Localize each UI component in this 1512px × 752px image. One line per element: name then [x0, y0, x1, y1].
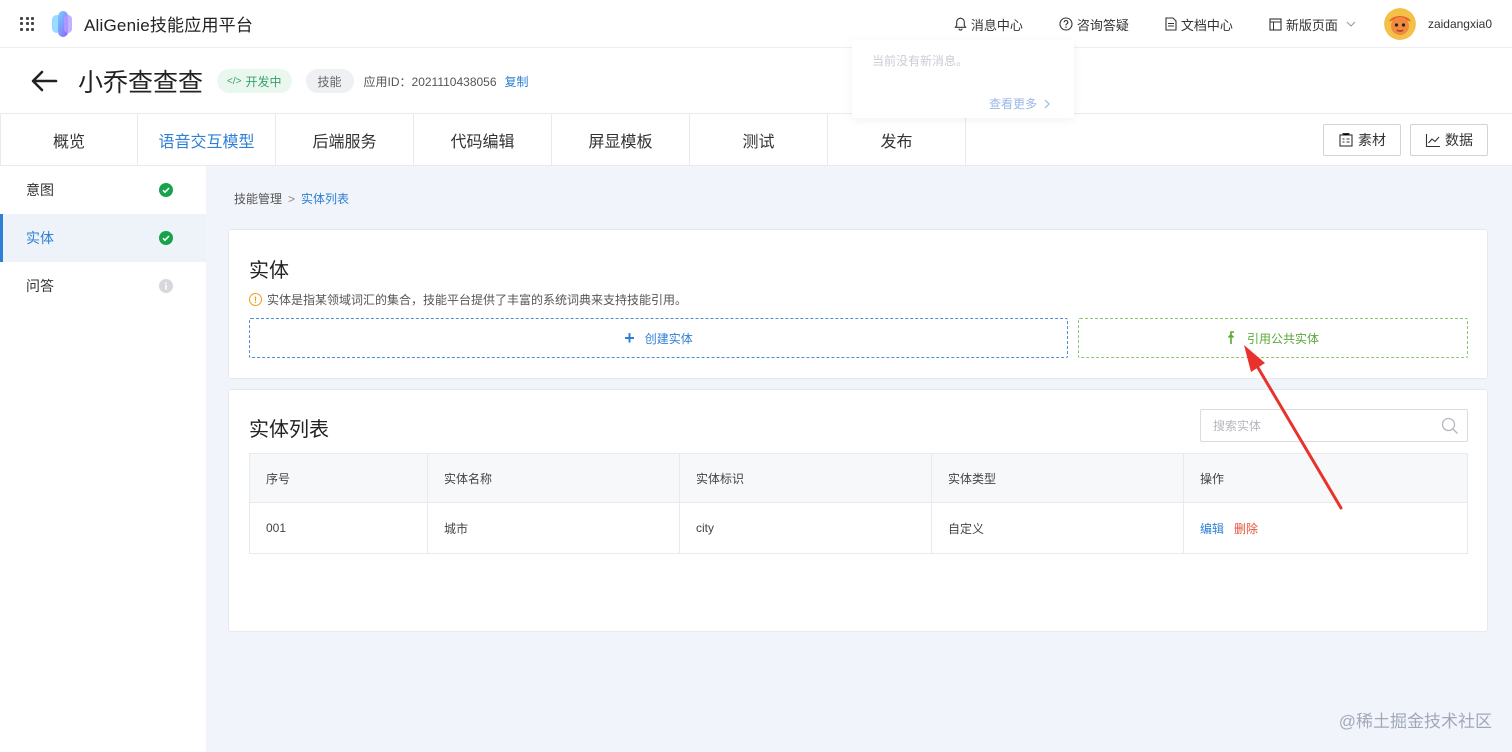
notification-empty-text: 当前没有新消息。: [872, 54, 969, 68]
layout-icon: [1269, 17, 1282, 31]
apps-grid-icon[interactable]: [20, 16, 34, 31]
notification-popover: 当前没有新消息。 查看更多: [852, 40, 1074, 118]
material-label: 素材: [1358, 132, 1386, 148]
data-button[interactable]: 数据: [1410, 124, 1488, 156]
warning-icon: !: [249, 293, 262, 306]
tab-test[interactable]: 测试: [690, 114, 828, 166]
tab-backend-service[interactable]: 后端服务: [276, 114, 414, 166]
chevron-down-icon: [1346, 21, 1356, 27]
app-id-label: 应用ID：: [363, 74, 412, 89]
bell-icon: [954, 17, 967, 31]
copy-app-id-link[interactable]: 复制: [505, 73, 529, 90]
column-header-type: 实体类型: [932, 454, 1184, 502]
new-page-label: 新版页面: [1285, 17, 1338, 33]
branch-arrow-icon: [1227, 331, 1235, 344]
view-more-link[interactable]: 查看更多: [989, 95, 1051, 112]
entity-card-title: 实体: [249, 260, 289, 282]
create-entity-button[interactable]: + 创建实体: [249, 318, 1068, 358]
column-header-actions: 操作: [1200, 471, 1225, 486]
main-content: 技能管理 > 实体列表 实体 ! 实体是指某领域词汇的集合，技能平台提供了丰富的…: [206, 166, 1512, 752]
view-more-label: 查看更多: [989, 97, 1038, 111]
code-icon: </>: [227, 75, 242, 87]
chevron-right-icon: [1044, 99, 1050, 108]
cell-type: 自定义: [932, 503, 1184, 553]
brand-title: AliGenie技能应用平台: [84, 16, 254, 35]
entity-tip: ! 实体是指某领域词汇的集合，技能平台提供了丰富的系统词典来支持技能引用。: [249, 291, 687, 308]
data-label: 数据: [1445, 132, 1473, 148]
app-title-row: 小乔查查查 </> 开发中 技能 应用ID：2021110438056 复制: [0, 48, 1512, 114]
status-badge-label: 开发中: [245, 74, 282, 89]
question-circle-icon: [1059, 17, 1073, 31]
message-center-link[interactable]: 消息中心: [954, 15, 1023, 34]
sidebar-item-label: 实体: [26, 230, 54, 246]
column-header-name: 实体名称: [428, 454, 680, 502]
message-center-label: 消息中心: [970, 17, 1023, 33]
breadcrumb: 技能管理 > 实体列表: [234, 190, 349, 207]
tab-publish[interactable]: 发布: [828, 114, 966, 166]
cell-actions: 编辑 删除: [1184, 503, 1467, 553]
app-id-text: 应用ID：2021110438056: [364, 73, 497, 90]
main-tabs: 概览 语音交互模型 后端服务 代码编辑 屏显模板 测试 发布 素材 数据: [0, 113, 1512, 166]
consult-link[interactable]: 咨询答疑: [1059, 15, 1129, 34]
aligenie-logo-icon: [50, 9, 74, 39]
column-header-identifier: 实体标识: [680, 454, 932, 502]
check-circle-icon: [159, 231, 173, 245]
table-row: 001 城市 city 自定义 编辑 删除: [250, 502, 1467, 553]
breadcrumb-skill-management[interactable]: 技能管理: [234, 190, 282, 207]
material-icon: [1339, 133, 1353, 147]
reference-public-entity-label: 引用公共实体: [1246, 331, 1319, 346]
sidebar-item-label: 意图: [26, 182, 54, 198]
delete-link[interactable]: 删除: [1234, 520, 1258, 537]
avatar[interactable]: [1383, 8, 1416, 40]
back-arrow-icon[interactable]: [30, 69, 58, 93]
type-badge: 技能: [305, 69, 354, 93]
entity-list-title: 实体列表: [249, 419, 329, 441]
app-id-value: 2021110438056: [411, 74, 497, 89]
top-header: AliGenie技能应用平台 消息中心 咨询答疑 文档中心 新版页面 zaida…: [0, 0, 1512, 48]
create-entity-label: 创建实体: [644, 331, 693, 346]
entity-table: 序号 实体名称 实体标识 实体类型 操作 001 城市 city 自定义 编辑 …: [249, 453, 1468, 554]
entity-list-card: 实体列表 序号 实体名称 实体标识 实体类型 操作 001 城市 city 自定…: [228, 389, 1488, 632]
plus-icon: +: [624, 328, 635, 348]
tab-overview[interactable]: 概览: [0, 114, 138, 166]
line-chart-icon: [1425, 134, 1440, 148]
username[interactable]: zaidangxia0: [1428, 17, 1492, 31]
info-circle-icon: [159, 279, 173, 293]
docs-center-link[interactable]: 文档中心: [1165, 15, 1233, 34]
consult-label: 咨询答疑: [1076, 17, 1129, 33]
docs-center-label: 文档中心: [1180, 17, 1233, 33]
sidebar-item-intent[interactable]: 意图: [0, 166, 206, 214]
document-icon: [1165, 17, 1177, 31]
cell-name: 城市: [428, 503, 680, 553]
sidebar-item-label: 问答: [26, 278, 54, 294]
search-icon[interactable]: [1441, 417, 1459, 435]
cell-identifier: city: [680, 503, 932, 553]
status-badge: </> 开发中: [217, 69, 292, 93]
tab-screen-template[interactable]: 屏显模板: [552, 114, 690, 166]
cell-index: 001: [250, 503, 428, 553]
entity-search: [1200, 409, 1468, 442]
watermark: @稀土掘金技术社区: [1338, 712, 1492, 731]
sidebar: 意图 实体 问答: [0, 166, 206, 752]
tab-voice-interaction-model[interactable]: 语音交互模型: [138, 114, 276, 166]
edit-link[interactable]: 编辑: [1200, 520, 1224, 537]
entity-intro-card: 实体 ! 实体是指某领域词汇的集合，技能平台提供了丰富的系统词典来支持技能引用。…: [228, 229, 1488, 379]
entity-tip-text: 实体是指某领域词汇的集合，技能平台提供了丰富的系统词典来支持技能引用。: [267, 293, 688, 307]
new-page-dropdown[interactable]: 新版页面: [1269, 15, 1360, 34]
breadcrumb-current: 实体列表: [301, 192, 350, 206]
material-button[interactable]: 素材: [1323, 124, 1401, 156]
sidebar-item-entity[interactable]: 实体: [0, 214, 206, 262]
breadcrumb-separator: >: [288, 191, 296, 206]
table-header-row: 序号 实体名称 实体标识 实体类型 操作: [250, 454, 1467, 502]
sidebar-item-qa[interactable]: 问答: [0, 262, 206, 310]
reference-public-entity-button[interactable]: 引用公共实体: [1078, 318, 1468, 358]
app-name: 小乔查查查: [78, 69, 204, 97]
check-circle-icon: [159, 183, 173, 197]
tab-code-edit[interactable]: 代码编辑: [414, 114, 552, 166]
search-input[interactable]: [1201, 410, 1421, 441]
column-header-index: 序号: [250, 454, 428, 502]
